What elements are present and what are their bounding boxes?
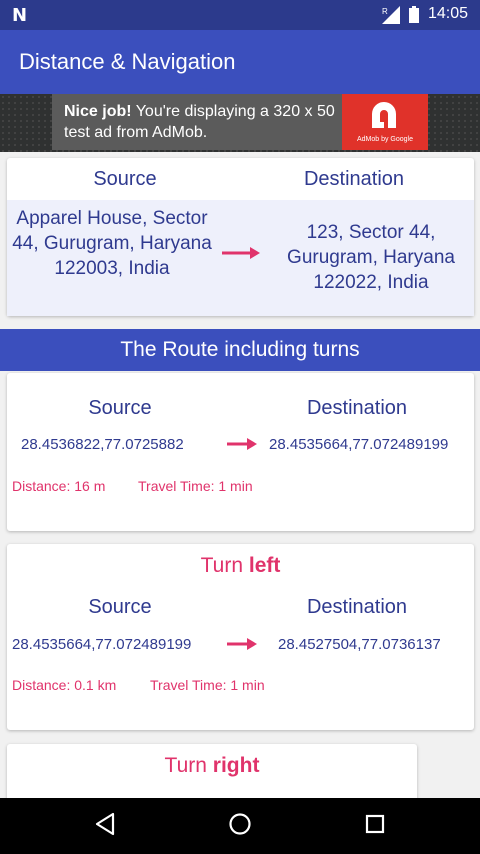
turn-instruction: Turn left <box>7 554 474 578</box>
admob-caption: AdMob by Google <box>356 136 414 143</box>
status-bar: N R 14:05 <box>0 0 480 30</box>
recents-icon[interactable] <box>365 812 385 836</box>
step-distance: Distance: 16 m <box>12 478 106 494</box>
summary-destination-label: Destination <box>303 168 405 190</box>
summary-source-label: Source <box>93 168 157 190</box>
step-destination-label: Destination <box>306 596 408 618</box>
turn-prefix: Turn <box>200 554 249 577</box>
notification-n-icon: N <box>12 5 28 26</box>
arrow-right-icon <box>222 247 260 259</box>
back-icon[interactable] <box>94 812 116 836</box>
step-source-label: Source <box>88 397 152 419</box>
step-destination-coord: 28.4535664,77.072489199 <box>269 436 449 453</box>
step-destination-coord: 28.4527504,77.0736137 <box>278 636 441 653</box>
ad-text: Nice job! You're displaying a 320 x 50 t… <box>64 101 344 143</box>
step-distance: Distance: 0.1 km <box>12 677 117 693</box>
system-nav-bar <box>0 798 480 854</box>
status-time: 14:05 <box>428 5 469 22</box>
admob-icon <box>372 102 396 128</box>
route-section-banner: The Route including turns <box>0 329 480 371</box>
home-icon[interactable] <box>228 812 252 836</box>
turn-prefix: Turn <box>164 754 213 777</box>
step-source-coord: 28.4536822,77.0725882 <box>21 436 184 453</box>
summary-destination-address: 123, Sector 44, Gurugram, Haryana 122022… <box>287 222 455 293</box>
summary-header: Source Destination <box>7 158 474 200</box>
admob-logo: AdMob by Google <box>342 94 428 150</box>
step-source-label: Source <box>88 596 152 618</box>
summary-body: Apparel House, Sector 44, Gurugram, Hary… <box>7 200 474 316</box>
battery-icon <box>409 6 419 23</box>
summary-source-address: Apparel House, Sector 44, Gurugram, Hary… <box>12 208 212 279</box>
step-destination-label: Destination <box>306 397 408 419</box>
step-travel-time: Travel Time: 1 min <box>150 677 265 693</box>
step-source-coord: 28.4535664,77.072489199 <box>12 636 192 653</box>
route-step-card: Source Destination 28.4536822,77.0725882… <box>7 373 474 531</box>
arrow-right-icon <box>227 438 257 450</box>
ad-container: Nice job! You're displaying a 320 x 50 t… <box>0 94 480 152</box>
step-travel-time: Travel Time: 1 min <box>138 478 253 494</box>
arrow-right-icon <box>227 638 257 650</box>
route-step-card: Turn left Source Destination 28.4535664,… <box>7 544 474 730</box>
turn-direction: left <box>248 554 281 577</box>
app-title: Distance & Navigation <box>19 49 236 74</box>
route-summary-card: Source Destination Apparel House, Sector… <box>7 158 474 316</box>
ad-bold-text: Nice job! <box>64 103 132 120</box>
cell-signal-icon: R <box>382 6 400 24</box>
turn-direction: right <box>212 754 260 777</box>
admob-test-ad[interactable]: Nice job! You're displaying a 320 x 50 t… <box>52 94 428 150</box>
svg-text:R: R <box>382 7 388 16</box>
turn-instruction: Turn right <box>7 754 417 778</box>
app-bar: Distance & Navigation <box>0 30 480 94</box>
